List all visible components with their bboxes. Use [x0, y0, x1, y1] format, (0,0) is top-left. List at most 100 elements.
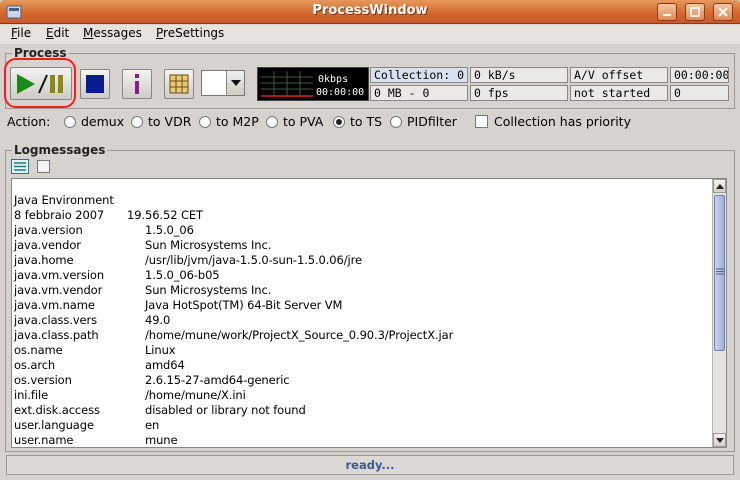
minimize-icon [663, 14, 671, 16]
log-key: ini.file [14, 388, 49, 402]
log-value: 2.6.15-27-amd64-generic [145, 373, 290, 387]
menu-presettings[interactable]: PreSettings [156, 26, 224, 40]
fps-status: 0 fps [470, 85, 568, 101]
radio-pidfilter-label[interactable]: PIDfilter [407, 114, 457, 129]
rate-status: 0 kB/s [470, 67, 568, 83]
monitor-time: 00:00:00 [316, 87, 365, 98]
log-line: java.vm.name Java HotSpot(TM) 64-Bit Serv… [14, 298, 704, 313]
log-value: /home/mune/X.ini [145, 388, 246, 402]
log-line: java.vm.vendor Sun Microsystems Inc. [14, 283, 704, 298]
clear-log-icon[interactable] [37, 160, 50, 173]
radio-to-ts-label[interactable]: to TS [350, 114, 382, 129]
av-offset-time: 00:00:00 [670, 67, 729, 83]
grid-icon [169, 74, 189, 94]
scroll-up-button[interactable] [713, 179, 726, 193]
log-line: 8 febbraio 2007 19.56.52 CET [14, 208, 704, 223]
menu-file[interactable]: File [11, 26, 31, 40]
log-line: user.language en [14, 418, 704, 433]
collection-priority-label[interactable]: Collection has priority [494, 114, 631, 129]
log-value: Java HotSpot(TM) 64-Bit Server VM [145, 298, 343, 312]
bitrate-monitor: 0kbps 00:00:00 [257, 67, 369, 101]
scroll-thumb[interactable] [714, 195, 725, 351]
log-line: java.vm.version 1.5.0_06-b05 [14, 268, 704, 283]
log-value: 19.56.52 CET [127, 208, 203, 222]
scroll-down-button[interactable] [713, 433, 726, 447]
radio-to-ts[interactable] [333, 116, 345, 128]
log-value: amd64 [145, 358, 185, 372]
log-scrollbar[interactable] [712, 179, 726, 447]
process-state: not started [570, 85, 668, 101]
log-key: java.class.path [14, 328, 99, 342]
radio-to-pva-label[interactable]: to PVA [283, 114, 323, 129]
log-key: user.language [14, 418, 94, 432]
radio-pidfilter[interactable] [390, 116, 402, 128]
info-icon [135, 74, 139, 94]
list-view-icon[interactable] [11, 159, 29, 174]
maximize-button[interactable] [685, 3, 705, 21]
stop-button[interactable] [80, 69, 110, 99]
log-value: 1.5.0_06-b05 [145, 268, 220, 282]
log-line: java.home/usr/lib/jvm/java-1.5.0-sun-1.5… [14, 253, 704, 268]
stop-icon [86, 75, 104, 93]
log-value: 1.5.0_06 [145, 223, 194, 237]
log-line: os.name Linux [14, 343, 704, 358]
log-value: disabled or library not found [145, 403, 306, 417]
log-value: 49.0 [145, 313, 171, 327]
log-value: mune [145, 433, 178, 447]
scroll-up-icon [715, 183, 724, 189]
log-key: os.name [14, 343, 63, 357]
log-key: Java Environment [14, 193, 114, 207]
scroll-down-icon [715, 437, 724, 443]
monitor-graph [261, 71, 313, 97]
mb-status: 0 MB - 0 [370, 85, 468, 101]
minimize-button[interactable] [657, 3, 677, 21]
radio-to-m2p-label[interactable]: to M2P [216, 114, 259, 129]
menu-messages[interactable]: Messages [83, 26, 142, 40]
info-button[interactable] [122, 69, 152, 99]
log-text-area[interactable]: Java Environment 8 febbraio 2007 19.56.52 … [11, 178, 727, 448]
log-key: java.vendor [14, 238, 81, 252]
log-key: ext.disk.access [14, 403, 100, 417]
log-line: os.version 2.6.15-27-amd64-generic [14, 373, 704, 388]
collection-priority-checkbox[interactable] [475, 115, 488, 128]
log-key: user.name [14, 433, 74, 447]
log-key: os.version [14, 373, 72, 387]
menu-bar: File Edit Messages PreSettings [0, 25, 740, 44]
action-label: Action: [7, 114, 51, 129]
log-group-label: Logmessages [12, 143, 108, 157]
log-key: java.vm.version [14, 268, 105, 282]
log-line: java.class.vers 49.0 [14, 313, 704, 328]
log-line: ini.file/home/mune/X.ini [14, 388, 704, 403]
log-value: /usr/lib/jvm/java-1.5.0-sun-1.5.0.06/jre [145, 253, 362, 267]
radio-to-vdr[interactable] [131, 116, 143, 128]
radio-to-vdr-label[interactable]: to VDR [148, 114, 191, 129]
radio-demux[interactable] [64, 116, 76, 128]
log-key: java.vm.name [14, 298, 95, 312]
log-value: Sun Microsystems Inc. [145, 283, 272, 297]
log-value: /home/mune/work/ProjectX_Source_0.90.3/P… [145, 328, 454, 342]
status-bar: ready... [6, 455, 734, 475]
log-key: java.class.vers [14, 313, 98, 327]
close-icon [718, 7, 728, 17]
log-key: java.vm.vendor [14, 283, 103, 297]
monitor-rate: 0kbps [318, 74, 349, 85]
grid-button[interactable] [164, 69, 194, 99]
radio-to-m2p[interactable] [199, 116, 211, 128]
title-bar[interactable]: ProcessWindow [0, 0, 740, 24]
log-line: java.version 1.5.0_06 [14, 223, 704, 238]
close-button[interactable] [713, 3, 733, 21]
dropdown-arrow[interactable] [226, 71, 244, 95]
log-key: java.version [14, 223, 83, 237]
maximize-icon [690, 7, 700, 17]
process-selector[interactable] [201, 70, 245, 96]
grip-icon [716, 268, 724, 275]
log-key: os.arch [14, 358, 56, 372]
log-line: java.vendor Sun Microsystems Inc. [14, 238, 704, 253]
log-line: os.arch amd64 [14, 358, 704, 373]
radio-demux-label[interactable]: demux [81, 114, 124, 129]
log-key: 8 febbraio 2007 [14, 208, 105, 222]
radio-to-pva[interactable] [266, 116, 278, 128]
log-line: java.class.path/home/mune/work/ProjectX_… [14, 328, 704, 343]
log-value: en [145, 418, 160, 432]
menu-edit[interactable]: Edit [46, 26, 69, 40]
